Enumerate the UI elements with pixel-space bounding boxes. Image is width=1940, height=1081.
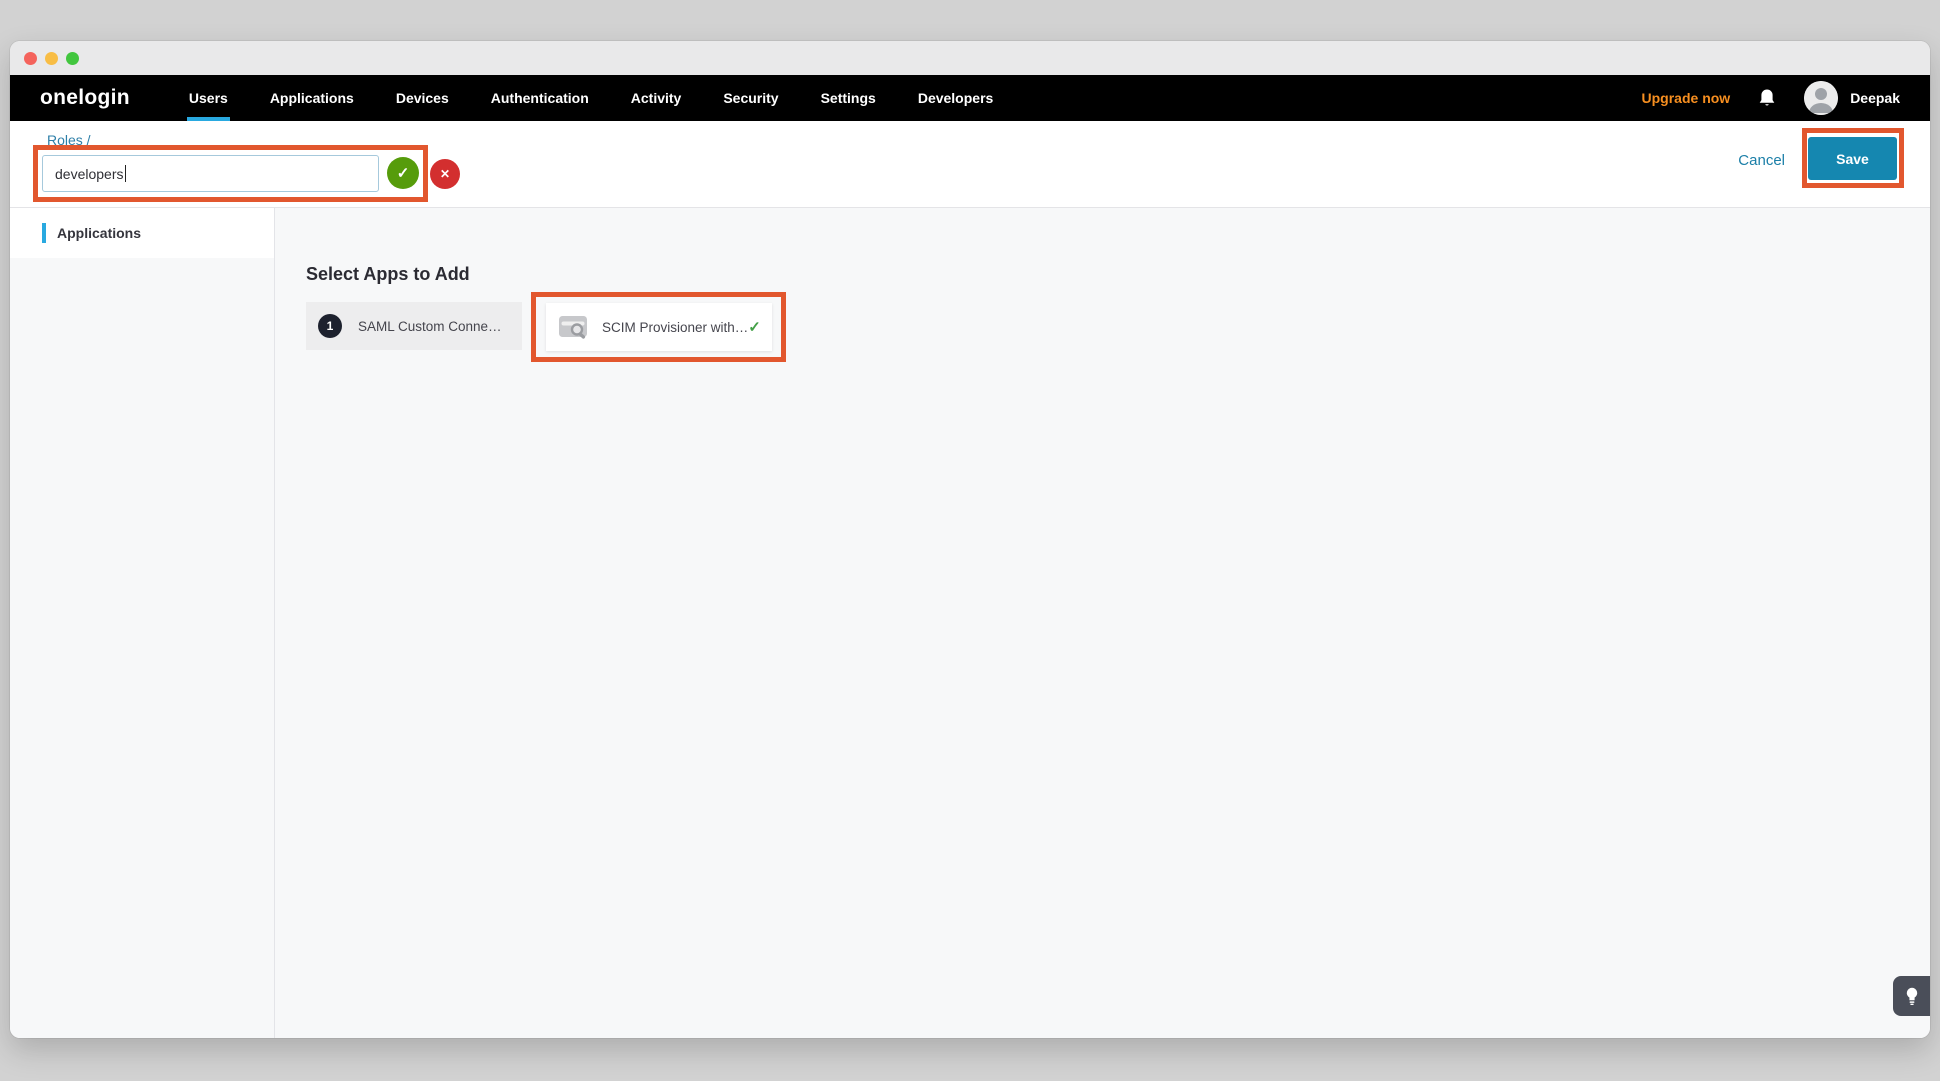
sidebar-item-applications[interactable]: Applications <box>10 208 274 258</box>
lightbulb-icon <box>1905 987 1919 1006</box>
app-window: onelogin Users Applications Devices Auth… <box>10 41 1930 1038</box>
nav-item-devices[interactable]: Devices <box>375 75 470 121</box>
minimize-window-button[interactable] <box>45 52 58 65</box>
help-lightbulb-button[interactable] <box>1893 976 1930 1016</box>
breadcrumb[interactable]: Roles / <box>47 132 91 148</box>
page-title: Select Apps to Add <box>306 264 470 285</box>
top-navbar: onelogin Users Applications Devices Auth… <box>10 75 1930 121</box>
save-button[interactable]: Save <box>1808 137 1897 180</box>
user-menu[interactable]: Deepak <box>1804 81 1900 115</box>
close-window-button[interactable] <box>24 52 37 65</box>
confirm-rename-button[interactable]: ✓ <box>387 157 419 189</box>
cancel-button[interactable]: Cancel <box>1738 152 1785 169</box>
user-avatar[interactable] <box>1804 81 1838 115</box>
check-icon: ✓ <box>397 164 410 182</box>
nav-item-activity[interactable]: Activity <box>610 75 703 121</box>
app-number-badge: 1 <box>318 314 342 338</box>
role-name-value: developers <box>55 166 124 182</box>
role-edit-toolbar: Roles / developers ✓ ✕ Cancel Save <box>10 121 1930 208</box>
notifications-bell-icon[interactable] <box>1758 88 1776 108</box>
nav-item-applications[interactable]: Applications <box>249 75 375 121</box>
onelogin-logo[interactable]: onelogin <box>40 75 130 121</box>
navbar-right: Upgrade now Deepak <box>1642 75 1900 121</box>
main-panel: Select Apps to Add 1 SAML Custom Conne… … <box>275 208 1930 1038</box>
nav-item-security[interactable]: Security <box>702 75 799 121</box>
selected-check-icon: ✓ <box>748 318 761 336</box>
active-indicator-bar <box>42 223 46 243</box>
content-area: Applications Select Apps to Add 1 SAML C… <box>10 208 1930 1038</box>
reject-rename-button[interactable]: ✕ <box>430 159 460 189</box>
nav-item-settings[interactable]: Settings <box>800 75 897 121</box>
app-card-saml-custom-connector[interactable]: 1 SAML Custom Conne… <box>306 302 522 350</box>
upgrade-now-link[interactable]: Upgrade now <box>1642 90 1731 106</box>
role-sidebar: Applications <box>10 208 275 1038</box>
close-icon: ✕ <box>440 167 450 181</box>
nav-item-authentication[interactable]: Authentication <box>470 75 610 121</box>
primary-nav: Users Applications Devices Authenticatio… <box>168 75 1014 121</box>
connector-app-icon <box>558 315 589 340</box>
window-titlebar <box>10 41 1930 75</box>
username-label: Deepak <box>1850 90 1900 106</box>
text-caret <box>125 165 127 182</box>
nav-item-users[interactable]: Users <box>168 75 249 121</box>
nav-item-developers[interactable]: Developers <box>897 75 1014 121</box>
zoom-window-button[interactable] <box>66 52 79 65</box>
role-name-input[interactable]: developers <box>42 155 379 192</box>
app-card-scim-provisioner[interactable]: SCIM Provisioner with… ✓ <box>546 303 772 351</box>
